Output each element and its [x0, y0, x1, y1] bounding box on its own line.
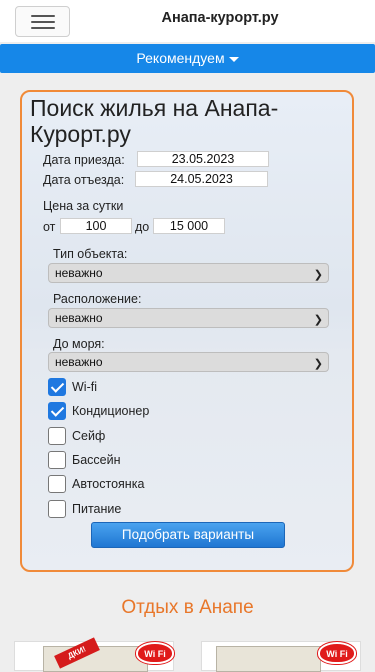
- location-select[interactable]: неважно ❯: [48, 308, 329, 328]
- location-label: Расположение:: [53, 292, 142, 306]
- type-select-value: неважно: [55, 266, 103, 280]
- hamburger-icon: [31, 15, 55, 17]
- departure-label: Дата отъезда:: [43, 173, 125, 187]
- price-to-label: до: [135, 220, 150, 234]
- wifi-badge-icon: Wi Fi: [136, 642, 174, 664]
- checkbox[interactable]: [48, 427, 66, 445]
- recommend-dropdown-button[interactable]: Рекомендуем: [0, 44, 375, 73]
- menu-button[interactable]: [15, 6, 70, 37]
- site-title[interactable]: Анапа-курорт.ру: [110, 10, 330, 26]
- location-select-value: неважно: [55, 311, 103, 325]
- top-bar: Анапа-курорт.ру: [0, 0, 375, 42]
- search-title: Поиск жилья на Анапа-Курорт.ру: [30, 95, 279, 147]
- arrival-date-input[interactable]: 23.05.2023: [137, 151, 269, 167]
- checkbox[interactable]: [48, 451, 66, 469]
- amenity-label: Wi-fi: [72, 380, 97, 394]
- wifi-badge-icon: Wi Fi: [318, 642, 356, 664]
- amenity-label: Бассейн: [72, 453, 121, 467]
- type-label: Тип объекта:: [53, 247, 128, 261]
- amenity-label: Сейф: [72, 429, 106, 443]
- chevron-down-icon: ❯: [313, 269, 323, 281]
- caret-down-icon: [228, 56, 239, 62]
- type-select[interactable]: неважно ❯: [48, 263, 329, 283]
- price-from-label: от: [43, 220, 56, 234]
- chevron-down-icon: ❯: [313, 314, 323, 326]
- arrival-label: Дата приезда:: [43, 153, 125, 167]
- chevron-down-icon: ❯: [313, 358, 323, 370]
- amenity-label: Кондиционер: [72, 404, 150, 418]
- price-from-input[interactable]: 100: [60, 218, 132, 234]
- checkbox[interactable]: [48, 402, 66, 420]
- sea-distance-select[interactable]: неважно ❯: [48, 352, 329, 372]
- amenity-label: Питание: [72, 502, 122, 516]
- hamburger-icon: [31, 27, 55, 29]
- hamburger-icon: [31, 21, 55, 23]
- price-label: Цена за сутки: [43, 199, 124, 213]
- departure-date-input[interactable]: 24.05.2023: [135, 171, 268, 187]
- find-options-button[interactable]: Подобрать варианты: [91, 522, 285, 548]
- search-form: Поиск жилья на Анапа-Курорт.ру Дата прие…: [20, 90, 354, 572]
- checkbox[interactable]: [48, 475, 66, 493]
- sea-label: До моря:: [53, 337, 105, 351]
- checkbox[interactable]: [48, 378, 66, 396]
- sea-select-value: неважно: [55, 355, 103, 369]
- price-to-input[interactable]: 15 000: [153, 218, 225, 234]
- listing-photo: [216, 646, 321, 672]
- checkbox[interactable]: [48, 500, 66, 518]
- amenity-label: Автостоянка: [72, 477, 145, 491]
- section-title: Отдых в Анапе: [121, 597, 254, 618]
- recommend-label: Рекомендуем: [136, 50, 225, 66]
